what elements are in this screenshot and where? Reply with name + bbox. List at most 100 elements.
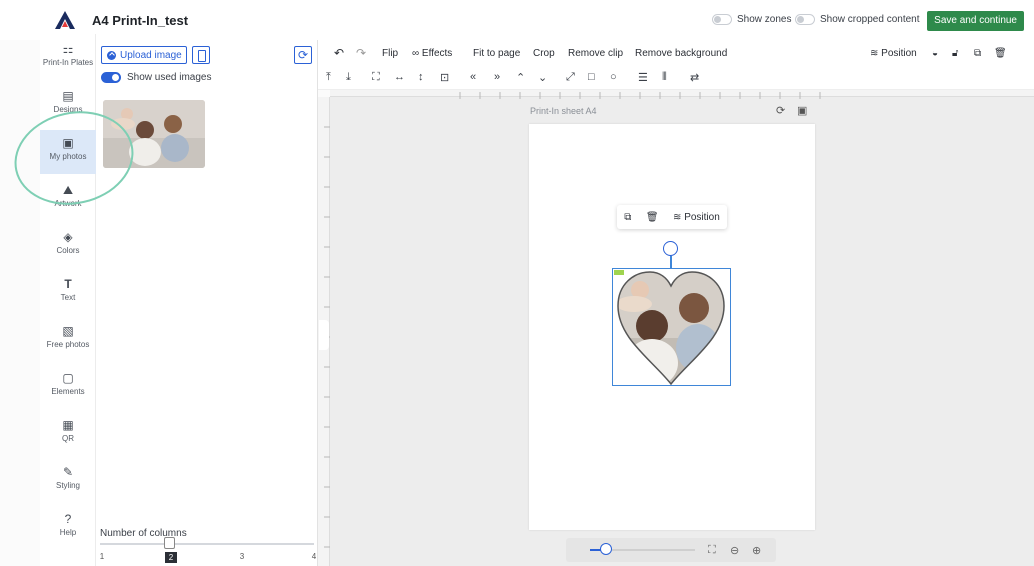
rail-item-label: Styling	[55, 481, 80, 490]
zoom-control: ⛶ ⊖ ⊕	[566, 538, 776, 562]
lock-icon[interactable]: 🔓︎	[952, 48, 958, 59]
rail-item-print-in-plates[interactable]: ⚏ Print-In Plates	[40, 36, 96, 80]
effects-button[interactable]: ∞ Effects	[412, 48, 452, 59]
move-up-icon[interactable]: ⌃	[516, 71, 525, 84]
rail-item-label: Print-In Plates	[42, 58, 94, 67]
rail-item-free-photos[interactable]: ▧ Free photos	[40, 318, 96, 362]
rail-item-qr[interactable]: ▦ QR	[40, 412, 96, 456]
fit-frame-icon[interactable]: ⊡	[440, 71, 449, 84]
sheet-delete-icon[interactable]: ▣	[797, 104, 807, 117]
elements-icon: ▢	[62, 371, 74, 385]
show-used-images-toggle[interactable]: Show used images	[101, 72, 212, 83]
toggle-switch-icon[interactable]	[712, 14, 732, 25]
horizontal-ruler	[330, 90, 1034, 99]
zoom-slider-handle[interactable]	[599, 543, 612, 555]
resize-diagonal-icon[interactable]: ⤢	[566, 71, 575, 84]
selection-frame[interactable]	[612, 268, 731, 386]
panel-collapse-handle[interactable]	[319, 320, 329, 350]
square-shape-icon[interactable]: □	[588, 71, 595, 83]
distribute-icon[interactable]: ⦀	[662, 71, 667, 84]
sheet-refresh-icon[interactable]: ⟳	[776, 104, 785, 117]
position-button[interactable]: ≋ Position	[673, 212, 720, 223]
rail-item-label: Colors	[56, 246, 80, 255]
fit-to-page-button[interactable]: Fit to page	[473, 48, 520, 59]
arrange-toolbar: ⤒ ⤓ ⛶ ↔ ↕ ⊡ « » ⌃ ⌄ ⤢ □ ○ ☰ ⦀ ⇄	[318, 66, 1034, 90]
rail-item-label: Help	[59, 528, 77, 537]
upload-image-button[interactable]: Upload image	[101, 46, 187, 64]
help-icon: ?	[64, 512, 72, 526]
undo-icon[interactable]: ↶	[334, 46, 344, 60]
columns-slider-handle[interactable]	[164, 537, 175, 549]
columns-tick-3: 3	[239, 552, 245, 561]
columns-slider-track[interactable]	[100, 543, 314, 545]
rail-item-text[interactable]: T Text	[40, 271, 96, 315]
show-used-images-label: Show used images	[127, 72, 212, 83]
fit-screen-icon[interactable]: ⛶	[708, 544, 716, 557]
columns-tick-2: 2	[165, 552, 177, 563]
zoom-in-icon[interactable]: ⊕	[752, 544, 761, 557]
sheet-label: Print-In sheet A4	[530, 106, 597, 116]
remove-clip-button[interactable]: Remove clip	[568, 48, 623, 59]
upload-icon	[107, 50, 116, 60]
effects-label: Effects	[421, 48, 453, 59]
show-zones-toggle[interactable]: Show zones	[712, 14, 791, 25]
duplicate-icon[interactable]: ⧉	[624, 212, 631, 223]
vertical-stretch-icon[interactable]: ↕	[418, 71, 424, 83]
position-button[interactable]: ≋ Position	[870, 48, 917, 59]
horizontal-stretch-icon[interactable]: ↔	[394, 71, 405, 83]
brand-logo	[55, 11, 75, 29]
editor-toolbar: ↶ ↷ Flip ∞ Effects Fit to page Crop Remo…	[318, 40, 1034, 66]
top-bar: A4 Print-In_test Show zones Show cropped…	[0, 0, 1034, 40]
phone-upload-icon[interactable]	[192, 46, 210, 64]
rail-item-help[interactable]: ? Help	[40, 506, 96, 550]
show-zones-label: Show zones	[737, 14, 792, 25]
position-label: Position	[881, 48, 917, 59]
my-photos-panel: Upload image ⟳ Show used images Number o…	[96, 40, 318, 566]
move-down-icon[interactable]: ⌄	[538, 71, 547, 84]
rail-item-label: QR	[62, 434, 74, 443]
show-cropped-label: Show cropped content	[820, 14, 920, 25]
rail-item-label: Free photos	[46, 340, 90, 349]
align-center-icon[interactable]: ☰	[638, 71, 648, 84]
rotate-handle-icon[interactable]	[663, 241, 678, 256]
rail-item-styling[interactable]: ✎ Styling	[40, 459, 96, 503]
crop-button[interactable]: Crop	[533, 48, 555, 59]
circle-shape-icon[interactable]: ○	[610, 71, 617, 83]
refresh-icon[interactable]: ⟳	[294, 46, 312, 64]
bring-to-front-icon[interactable]: »	[494, 71, 500, 83]
zoom-out-icon[interactable]: ⊖	[730, 544, 739, 557]
toggle-switch-icon[interactable]	[101, 72, 121, 83]
show-cropped-toggle[interactable]: Show cropped content	[795, 14, 920, 25]
styling-icon: ✎	[62, 465, 74, 479]
colors-icon: ◈	[63, 230, 73, 244]
delete-icon[interactable]: 🗑︎	[646, 212, 659, 223]
effects-icon: ∞	[412, 48, 422, 59]
toggle-switch-icon[interactable]	[795, 14, 815, 25]
remove-background-button[interactable]: Remove background	[635, 48, 727, 59]
expand-icon[interactable]: ⛶	[372, 71, 380, 84]
free-photos-icon: ▧	[62, 324, 74, 338]
flip-button[interactable]: Flip	[382, 48, 398, 59]
ruler-ticks	[459, 92, 821, 99]
save-and-continue-button[interactable]: Save and continue	[927, 11, 1024, 31]
rail-item-colors[interactable]: ◈ Colors	[40, 224, 96, 268]
redo-icon[interactable]: ↷	[356, 46, 366, 60]
designs-icon: ▤	[62, 89, 74, 103]
columns-tick-1: 1	[99, 552, 105, 561]
upload-arrow-icon[interactable]: ⤒	[326, 71, 331, 84]
layers-icon: ≋	[673, 211, 685, 223]
download-arrow-icon[interactable]: ⤓	[346, 71, 351, 84]
delete-icon[interactable]: 🗑︎	[994, 48, 1007, 59]
upload-image-label: Upload image	[120, 49, 182, 61]
qr-icon: ▦	[62, 418, 74, 432]
rotate-connector	[670, 256, 672, 268]
fill-icon[interactable]: ◒	[932, 48, 938, 59]
duplicate-icon[interactable]: ⧉	[974, 48, 981, 59]
text-icon: T	[64, 277, 72, 291]
swap-icon[interactable]: ⇄	[690, 71, 699, 84]
rail-item-elements[interactable]: ▢ Elements	[40, 365, 96, 409]
document-title: A4 Print-In_test	[92, 13, 189, 28]
send-to-back-icon[interactable]: «	[470, 71, 476, 83]
layers-icon: ≋	[870, 48, 882, 59]
floating-toolbar: ⧉ 🗑︎ ≋ Position	[617, 205, 727, 229]
